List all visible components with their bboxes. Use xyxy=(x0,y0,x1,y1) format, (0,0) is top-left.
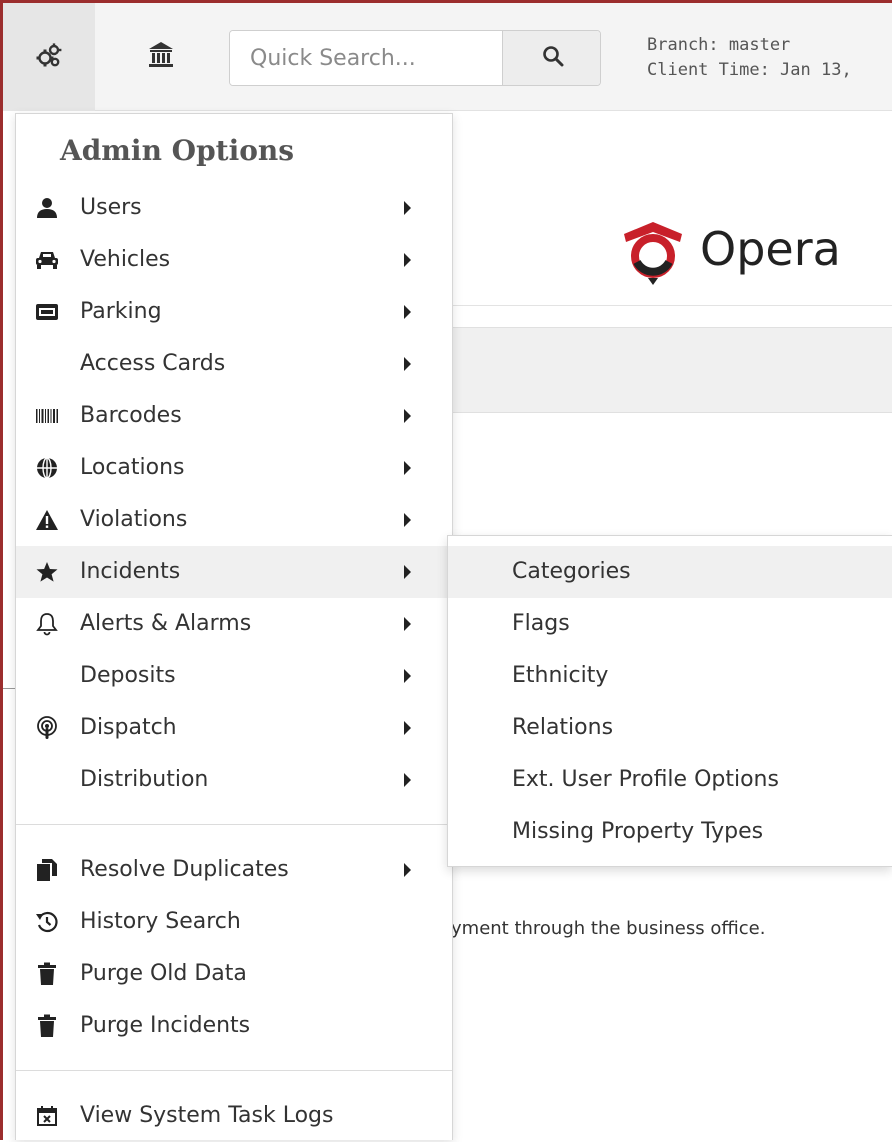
menu-item-label: View System Task Logs xyxy=(80,1103,334,1128)
car-icon xyxy=(34,246,60,274)
bell-icon xyxy=(34,610,60,638)
menu-item-purge-old-data[interactable]: Purge Old Data xyxy=(16,948,452,1000)
menu-item-label: Incidents xyxy=(80,559,181,584)
menu-item-label: Distribution xyxy=(80,767,209,792)
barcode-icon xyxy=(34,402,60,430)
trash-icon xyxy=(34,1012,60,1040)
menu-item-label: Locations xyxy=(80,455,185,480)
branch-info: Branch: master Client Time: Jan 13, xyxy=(647,33,892,83)
top-toolbar: Branch: master Client Time: Jan 13, xyxy=(3,3,892,111)
quick-search xyxy=(229,30,601,86)
menu-item-label: Dispatch xyxy=(80,715,177,740)
caret-right-icon xyxy=(404,513,411,527)
star-icon xyxy=(34,558,60,586)
menu-item-alerts-alarms[interactable]: Alerts & Alarms xyxy=(16,598,452,650)
submenu-item-relations[interactable]: Relations xyxy=(448,702,892,754)
search-icon xyxy=(542,45,564,71)
caret-right-icon xyxy=(404,669,411,683)
menu-item-dispatch[interactable]: Dispatch xyxy=(16,702,452,754)
menu-divider xyxy=(16,824,452,825)
page-header-band xyxy=(450,327,892,413)
menu-item-deposits[interactable]: Deposits xyxy=(16,650,452,702)
menu-item-users[interactable]: Users xyxy=(16,182,452,234)
submenu-item-missing-property-types[interactable]: Missing Property Types xyxy=(448,806,892,858)
menu-item-label: Vehicles xyxy=(80,247,171,272)
caret-right-icon xyxy=(404,773,411,787)
menu-item-incidents[interactable]: Incidents xyxy=(16,546,452,598)
submenu-item-label: Relations xyxy=(512,715,614,740)
caret-right-icon xyxy=(404,863,411,877)
caret-right-icon xyxy=(404,565,411,579)
parking-icon xyxy=(34,298,60,326)
menu-item-history-search[interactable]: History Search xyxy=(16,896,452,948)
caret-right-icon xyxy=(404,305,411,319)
menu-item-barcodes[interactable]: Barcodes xyxy=(16,390,452,442)
brand-logo xyxy=(618,218,688,288)
menu-item-label: Deposits xyxy=(80,663,176,688)
menu-item-locations[interactable]: Locations xyxy=(16,442,452,494)
user-icon xyxy=(34,194,60,222)
menu-item-label: Barcodes xyxy=(80,403,182,428)
search-button[interactable] xyxy=(502,31,600,85)
building-button[interactable] xyxy=(115,3,207,111)
menu-item-parking[interactable]: Parking xyxy=(16,286,452,338)
menu-divider xyxy=(16,1070,452,1071)
notice-text: ıyment through the business office. xyxy=(446,918,766,939)
copy-icon xyxy=(34,856,60,884)
brand-name: Opera xyxy=(700,222,841,276)
caret-right-icon xyxy=(404,201,411,215)
branch-text: Branch: master xyxy=(647,35,791,55)
incidents-submenu: Categories Flags Ethnicity Relations Ext… xyxy=(447,535,892,867)
globe-icon xyxy=(34,454,60,482)
submenu-item-label: Categories xyxy=(512,559,631,584)
menu-item-purge-incidents[interactable]: Purge Incidents xyxy=(16,1000,452,1052)
submenu-item-label: Ext. User Profile Options xyxy=(512,767,779,792)
history-icon xyxy=(34,908,60,936)
background-rule xyxy=(3,688,15,689)
caret-right-icon xyxy=(404,409,411,423)
client-time-text: Client Time: Jan 13, xyxy=(647,60,852,80)
submenu-item-label: Missing Property Types xyxy=(512,819,764,844)
caret-right-icon xyxy=(404,461,411,475)
menu-item-label: Parking xyxy=(80,299,162,324)
menu-item-distribution[interactable]: Distribution xyxy=(16,754,452,806)
submenu-item-ext-user-profile-options[interactable]: Ext. User Profile Options xyxy=(448,754,892,806)
menu-item-violations[interactable]: Violations xyxy=(16,494,452,546)
menu-item-vehicles[interactable]: Vehicles xyxy=(16,234,452,286)
menu-item-access-cards[interactable]: Access Cards xyxy=(16,338,452,390)
menu-item-label: Resolve Duplicates xyxy=(80,857,289,882)
caret-right-icon xyxy=(404,357,411,371)
menu-item-label: History Search xyxy=(80,909,241,934)
menu-item-label: Access Cards xyxy=(80,351,226,376)
caret-right-icon xyxy=(404,617,411,631)
submenu-item-categories[interactable]: Categories xyxy=(448,546,892,598)
menu-item-label: Violations xyxy=(80,507,188,532)
admin-options-menu: Admin Options Users Vehicles Parking Acc… xyxy=(15,113,453,1140)
submenu-item-label: Ethnicity xyxy=(512,663,609,688)
menu-item-label: Purge Old Data xyxy=(80,961,247,986)
calendar-x-icon xyxy=(34,1102,60,1130)
submenu-item-ethnicity[interactable]: Ethnicity xyxy=(448,650,892,702)
building-columns-icon xyxy=(148,41,174,73)
menu-item-label: Purge Incidents xyxy=(80,1013,251,1038)
submenu-item-flags[interactable]: Flags xyxy=(448,598,892,650)
cogs-icon xyxy=(34,40,64,74)
menu-item-resolve-duplicates[interactable]: Resolve Duplicates xyxy=(16,844,452,896)
trash-icon xyxy=(34,960,60,988)
admin-menu-button[interactable] xyxy=(3,3,95,111)
menu-item-label: Users xyxy=(80,195,142,220)
caret-right-icon xyxy=(404,253,411,267)
menu-item-label: Alerts & Alarms xyxy=(80,611,252,636)
search-input[interactable] xyxy=(230,31,502,85)
menu-item-view-system-task-logs[interactable]: View System Task Logs xyxy=(16,1090,452,1142)
menu-title: Admin Options xyxy=(60,134,295,167)
divider xyxy=(450,305,892,306)
submenu-item-label: Flags xyxy=(512,611,570,636)
podcast-icon xyxy=(34,714,60,742)
caret-right-icon xyxy=(404,721,411,735)
warning-icon xyxy=(34,506,60,534)
